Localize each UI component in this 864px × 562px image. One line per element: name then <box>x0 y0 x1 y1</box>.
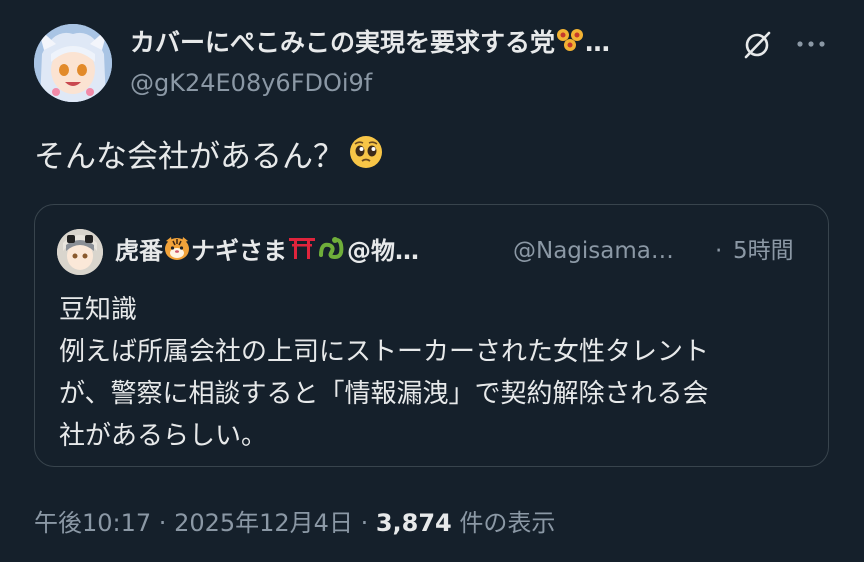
quoted-avatar-image <box>57 229 103 275</box>
meta-separator: · <box>151 509 175 537</box>
snake-emoji <box>317 235 347 269</box>
tweet-text: そんな会社があるん？ <box>34 134 384 183</box>
quoted-text-line: が、警察に相談すると「情報漏洩」で契約解除される会 <box>59 379 709 409</box>
tweet-time[interactable]: 午後10:17 <box>34 509 151 537</box>
author-handle[interactable]: @gK24E08y6FDOi9f <box>130 68 372 98</box>
tiger-face-emoji <box>163 235 191 269</box>
views-label: 件の表示 <box>451 509 556 537</box>
quoted-name-part2: ナギさま <box>191 237 287 265</box>
author-name-ellipsis: … <box>585 28 611 57</box>
quoted-timestamp[interactable]: 5時間 <box>733 236 794 266</box>
meta-separator: · <box>352 509 376 537</box>
quoted-author-name[interactable]: 虎番 ナギさま @物… <box>115 235 419 269</box>
author-name-text: カバーにぺこみこの実現を要求する党 <box>130 28 556 57</box>
more-dots-icon[interactable] <box>794 36 828 50</box>
grok-icon[interactable] <box>742 30 772 60</box>
quoted-text-line: 社があるらしい。 <box>59 421 268 451</box>
pleading-face-emoji <box>348 134 384 183</box>
quoted-name-part1: 虎番 <box>115 237 163 265</box>
avatar-image <box>34 24 112 102</box>
quoted-author-avatar[interactable] <box>57 229 103 275</box>
tweet-date[interactable]: 2025年12月4日 <box>174 509 353 537</box>
quoted-tweet-card[interactable]: 虎番 ナギさま @物… @Nagisama… · 5時間 豆知識 例えば所属会社の上… <box>34 204 829 467</box>
quoted-author-handle[interactable]: @Nagisama… <box>513 236 674 266</box>
quoted-text-line: 例えば所属会社の上司にストーカーされた女性タレント <box>59 337 710 367</box>
tweet-meta: 午後10:17 · 2025年12月4日 · 3,874 件の表示 <box>34 506 555 540</box>
tweet-text-content: そんな会社があるん？ <box>34 139 344 175</box>
quoted-name-part3: @物… <box>347 237 419 265</box>
quoted-tweet-text: 豆知識 例えば所属会社の上司にストーカーされた女性タレント が、警察に相談すると… <box>59 289 811 457</box>
flowers-emoji <box>555 27 585 62</box>
author-display-name[interactable]: カバーにぺこみこの実現を要求する党 … <box>130 26 610 62</box>
author-avatar[interactable] <box>34 24 112 102</box>
quoted-separator-dot: · <box>715 238 723 264</box>
torii-emoji <box>287 235 317 269</box>
quoted-text-line: 豆知識 <box>59 295 138 325</box>
views-count[interactable]: 3,874 <box>376 509 452 537</box>
